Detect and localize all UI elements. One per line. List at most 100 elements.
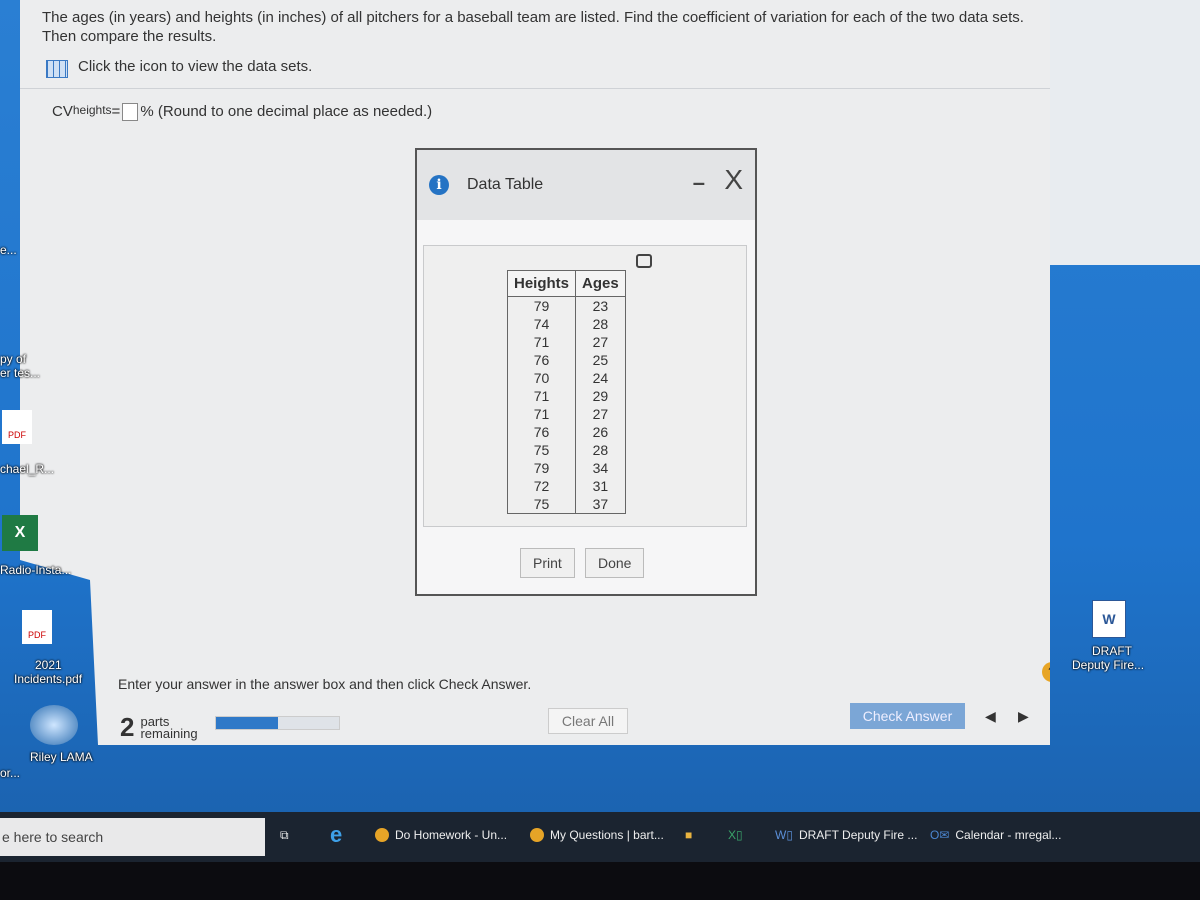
table-row: 79 23 bbox=[506, 296, 626, 315]
desktop-icon-label[interactable]: Radio-Insta... bbox=[0, 563, 71, 577]
desktop-icon-label[interactable]: Incidents.pdf bbox=[14, 672, 82, 686]
table-row: 76 26 bbox=[506, 423, 626, 441]
column-header-ages: Ages bbox=[575, 270, 626, 297]
taskbar-item-label: Do Homework - Un... bbox=[395, 828, 508, 842]
age-cell: 28 bbox=[575, 315, 626, 333]
divider bbox=[20, 88, 1050, 89]
age-cell: 29 bbox=[575, 387, 626, 405]
desktop-icon-label[interactable]: or... bbox=[0, 766, 20, 780]
height-cell: 79 bbox=[506, 459, 577, 477]
data-table-icon[interactable] bbox=[46, 60, 68, 78]
age-cell: 37 bbox=[575, 495, 626, 514]
column-header-heights: Heights bbox=[506, 270, 577, 297]
height-cell: 71 bbox=[506, 387, 577, 405]
cv-heights-answer-input[interactable] bbox=[122, 103, 139, 121]
height-cell: 70 bbox=[506, 369, 577, 387]
table-row: 75 28 bbox=[506, 441, 626, 459]
height-cell: 71 bbox=[506, 333, 577, 351]
copy-icon[interactable] bbox=[636, 254, 652, 268]
parts-count: 2 bbox=[120, 712, 135, 742]
chrome-icon bbox=[530, 828, 544, 842]
window-background-right bbox=[1050, 0, 1200, 265]
word-file-icon[interactable]: W bbox=[1092, 600, 1126, 638]
table-row: 76 25 bbox=[506, 351, 626, 369]
age-cell: 23 bbox=[575, 296, 626, 315]
age-cell: 34 bbox=[575, 459, 626, 477]
desktop-icon-label[interactable]: chael_R... bbox=[0, 462, 54, 476]
table-row: 71 27 bbox=[506, 333, 626, 351]
age-cell: 27 bbox=[575, 405, 626, 423]
age-cell: 28 bbox=[575, 441, 626, 459]
outlook-icon: O✉ bbox=[930, 828, 950, 842]
taskbar-item[interactable]: Do Homework - Un... bbox=[375, 820, 507, 850]
cv-subscript: heights bbox=[72, 103, 112, 117]
data-table: Heights Ages 79 23 74 28 71 27 76 25 70 24 71 29 71 2… bbox=[506, 270, 626, 514]
equals: = bbox=[111, 103, 121, 120]
height-cell: 75 bbox=[506, 495, 577, 514]
age-cell: 25 bbox=[575, 351, 626, 369]
height-cell: 75 bbox=[506, 441, 577, 459]
age-cell: 31 bbox=[575, 477, 626, 495]
taskbar-item-label: DRAFT Deputy Fire ... bbox=[798, 828, 918, 842]
table-row: 71 29 bbox=[506, 387, 626, 405]
check-answer-button[interactable]: Check Answer bbox=[850, 703, 965, 729]
table-row: 79 34 bbox=[506, 459, 626, 477]
desktop-icon-label[interactable]: 2021 bbox=[35, 658, 62, 672]
desktop-icon-label[interactable]: er tes... bbox=[0, 366, 40, 380]
age-cell: 27 bbox=[575, 333, 626, 351]
desktop-icon-label[interactable]: DRAFT bbox=[1092, 644, 1132, 658]
monitor-bezel bbox=[0, 862, 1200, 900]
excel-taskbar-icon[interactable]: X▯ bbox=[728, 820, 743, 850]
remaining-label: remaining bbox=[140, 725, 198, 741]
height-cell: 72 bbox=[506, 477, 577, 495]
height-cell: 74 bbox=[506, 315, 577, 333]
height-cell: 71 bbox=[506, 405, 577, 423]
pdf-file-icon[interactable]: PDF bbox=[2, 410, 32, 444]
chrome-icon bbox=[375, 828, 389, 842]
dialog-title: Data Table bbox=[467, 176, 544, 193]
next-question-button[interactable]: ▶ bbox=[1018, 708, 1029, 725]
edge-browser-icon[interactable]: e bbox=[330, 820, 342, 850]
view-data-text: Click the icon to view the data sets. bbox=[78, 58, 313, 75]
table-row: 70 24 bbox=[506, 369, 626, 387]
file-explorer-icon[interactable]: ■ bbox=[685, 820, 692, 850]
height-cell: 76 bbox=[506, 423, 577, 441]
taskbar-search-input[interactable]: e here to search bbox=[0, 818, 265, 856]
instruction-text: Enter your answer in the answer box and … bbox=[118, 676, 532, 692]
taskbar-item-label: Calendar - mregal... bbox=[955, 828, 1062, 842]
dialog-header: i Data Table – X bbox=[417, 150, 755, 220]
minimize-button[interactable]: – bbox=[693, 170, 705, 196]
height-cell: 76 bbox=[506, 351, 577, 369]
pdf-file-icon[interactable]: PDF bbox=[22, 610, 52, 644]
task-view-icon[interactable]: ⧉ bbox=[280, 820, 289, 850]
age-cell: 24 bbox=[575, 369, 626, 387]
round-note: % (Round to one decimal place as needed.… bbox=[140, 103, 433, 120]
table-container: Heights Ages 79 23 74 28 71 27 76 25 70 24 71 29 71 2… bbox=[423, 245, 747, 527]
close-button[interactable]: X bbox=[724, 164, 743, 196]
taskbar-item-label: My Questions | bart... bbox=[550, 828, 664, 842]
table-row: 75 37 bbox=[506, 495, 626, 514]
taskbar-item[interactable]: W▯ DRAFT Deputy Fire ... bbox=[775, 820, 917, 850]
desktop-icon-label[interactable]: e... bbox=[0, 243, 17, 257]
desktop-icon-label[interactable]: Riley LAMA bbox=[30, 750, 93, 764]
excel-file-icon[interactable]: X bbox=[2, 515, 38, 551]
done-button[interactable]: Done bbox=[585, 548, 645, 578]
progress-fill bbox=[216, 717, 278, 729]
data-table-dialog: i Data Table – X Heights Ages 79 23 74 28 71… bbox=[415, 148, 757, 596]
table-row: 71 27 bbox=[506, 405, 626, 423]
cv-label: CV bbox=[52, 103, 73, 120]
taskbar-item[interactable]: My Questions | bart... bbox=[530, 820, 664, 850]
cv-heights-row: CV heights = % (Round to one decimal plac… bbox=[52, 103, 432, 121]
table-row: 74 28 bbox=[506, 315, 626, 333]
globe-icon[interactable] bbox=[30, 705, 78, 745]
print-button[interactable]: Print bbox=[520, 548, 575, 578]
table-row: 72 31 bbox=[506, 477, 626, 495]
age-cell: 26 bbox=[575, 423, 626, 441]
prev-question-button[interactable]: ◀ bbox=[985, 708, 996, 725]
taskbar-item[interactable]: O✉ Calendar - mregal... bbox=[930, 820, 1061, 850]
clear-all-button[interactable]: Clear All bbox=[548, 708, 628, 734]
question-text: The ages (in years) and heights (in inch… bbox=[42, 9, 1024, 45]
height-cell: 79 bbox=[506, 296, 577, 315]
desktop-icon-label[interactable]: Deputy Fire... bbox=[1072, 658, 1144, 672]
desktop-icon-label[interactable]: py of bbox=[0, 352, 26, 366]
